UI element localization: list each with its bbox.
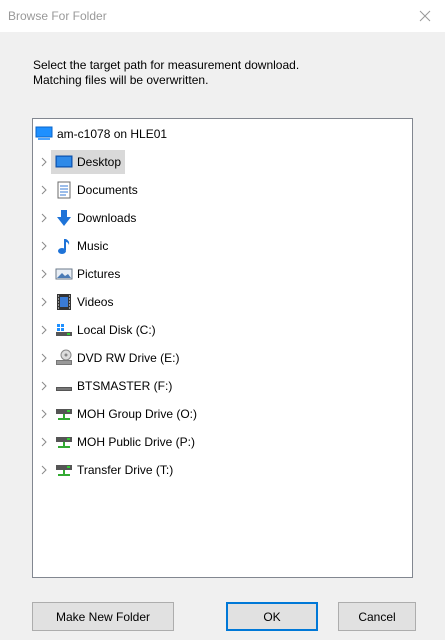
tree-item-label: Local Disk (C:): [77, 323, 156, 337]
tree-root-label: am-c1078 on HLE01: [57, 127, 168, 141]
tree-item-label: Transfer Drive (T:): [77, 463, 174, 477]
chevron-right-icon[interactable]: [37, 318, 51, 342]
chevron-right-icon[interactable]: [37, 458, 51, 482]
tree-item-pictures[interactable]: Pictures: [37, 262, 124, 286]
network-drive-icon: [55, 461, 73, 479]
window-title: Browse For Folder: [8, 9, 107, 23]
network-drive-icon: [55, 405, 73, 423]
tree-item-label: Documents: [77, 183, 138, 197]
computer-icon: [35, 125, 53, 143]
cancel-button[interactable]: Cancel: [338, 602, 416, 631]
dvd-drive-icon: [55, 349, 73, 367]
tree-item-documents[interactable]: Documents: [37, 178, 142, 202]
tree-item-label: Videos: [77, 295, 114, 309]
make-new-folder-button[interactable]: Make New Folder: [32, 602, 174, 631]
tree-item-label: Pictures: [77, 267, 121, 281]
chevron-right-icon[interactable]: [37, 178, 51, 202]
tree-item-dvd-drive[interactable]: DVD RW Drive (E:): [37, 346, 183, 370]
pictures-icon: [55, 265, 73, 283]
tree-item-moh-public-drive[interactable]: MOH Public Drive (P:): [37, 430, 199, 454]
tree-item-downloads[interactable]: Downloads: [37, 206, 140, 230]
tree-item-label: Music: [77, 239, 109, 253]
tree-item-label: MOH Group Drive (O:): [77, 407, 198, 421]
instruction-line-2: Matching files will be overwritten.: [33, 73, 209, 87]
tree-item-label: BTSMASTER (F:): [77, 379, 173, 393]
desktop-icon: [55, 153, 73, 171]
tree-item-label: Desktop: [77, 155, 122, 169]
tree-item-desktop[interactable]: Desktop: [37, 150, 126, 174]
title-bar: Browse For Folder: [0, 0, 445, 32]
tree-item-videos[interactable]: Videos: [37, 290, 117, 314]
close-icon: [419, 10, 431, 22]
tree-item-label: Downloads: [77, 211, 137, 225]
chevron-right-icon[interactable]: [37, 374, 51, 398]
documents-icon: [55, 181, 73, 199]
chevron-right-icon[interactable]: [37, 402, 51, 426]
chevron-right-icon[interactable]: [37, 206, 51, 230]
videos-icon: [55, 293, 73, 311]
local-disk-icon: [55, 321, 73, 339]
chevron-right-icon[interactable]: [37, 290, 51, 314]
tree-item-transfer-drive[interactable]: Transfer Drive (T:): [37, 458, 177, 482]
tree-item-label: MOH Public Drive (P:): [77, 435, 196, 449]
close-button[interactable]: [405, 0, 445, 32]
chevron-right-icon[interactable]: [37, 234, 51, 258]
chevron-right-icon[interactable]: [37, 346, 51, 370]
network-drive-icon: [55, 433, 73, 451]
instruction-line-1: Select the target path for measurement d…: [33, 58, 300, 72]
folder-tree[interactable]: am-c1078 on HLE01 Desktop Documents Down…: [32, 118, 413, 578]
tree-item-moh-group-drive[interactable]: MOH Group Drive (O:): [37, 402, 201, 426]
tree-item-local-disk[interactable]: Local Disk (C:): [37, 318, 160, 342]
instruction-text: Select the target path for measurement d…: [33, 58, 299, 88]
tree-item-music[interactable]: Music: [37, 234, 112, 258]
music-icon: [55, 237, 73, 255]
tree-item-label: DVD RW Drive (E:): [77, 351, 180, 365]
chevron-right-icon[interactable]: [37, 430, 51, 454]
downloads-icon: [55, 209, 73, 227]
chevron-right-icon[interactable]: [37, 262, 51, 286]
chevron-right-icon[interactable]: [37, 150, 51, 174]
tree-root[interactable]: am-c1078 on HLE01: [35, 122, 167, 146]
tree-item-btsmaster[interactable]: BTSMASTER (F:): [37, 374, 176, 398]
ok-button[interactable]: OK: [226, 602, 318, 631]
removable-drive-icon: [55, 377, 73, 395]
